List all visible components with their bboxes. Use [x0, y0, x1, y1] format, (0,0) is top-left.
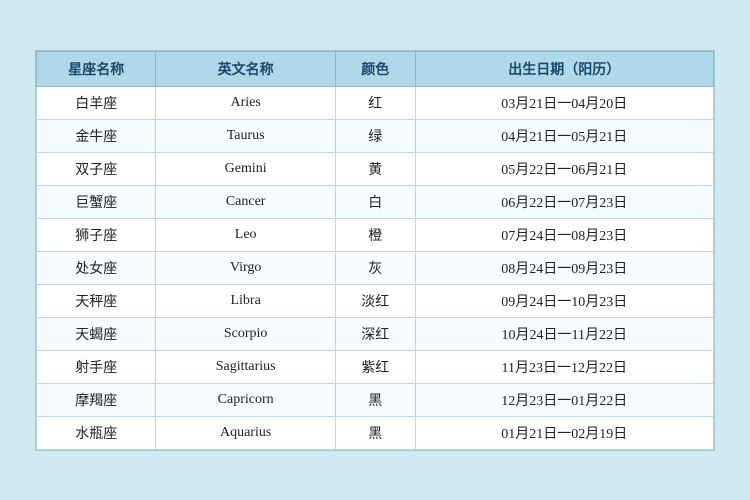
cell-english: Cancer	[156, 185, 335, 218]
table-row: 双子座Gemini黄05月22日一06月21日	[37, 152, 714, 185]
cell-chinese: 巨蟹座	[37, 185, 156, 218]
zodiac-table: 星座名称 英文名称 颜色 出生日期（阳历） 白羊座Aries红03月21日一04…	[36, 51, 714, 450]
table-row: 处女座Virgo灰08月24日一09月23日	[37, 251, 714, 284]
header-chinese: 星座名称	[37, 51, 156, 86]
cell-date: 08月24日一09月23日	[415, 251, 713, 284]
zodiac-table-container: 星座名称 英文名称 颜色 出生日期（阳历） 白羊座Aries红03月21日一04…	[35, 50, 715, 451]
cell-date: 04月21日一05月21日	[415, 119, 713, 152]
cell-chinese: 狮子座	[37, 218, 156, 251]
cell-chinese: 天蝎座	[37, 317, 156, 350]
cell-english: Libra	[156, 284, 335, 317]
cell-date: 07月24日一08月23日	[415, 218, 713, 251]
cell-chinese: 水瓶座	[37, 416, 156, 449]
table-row: 金牛座Taurus绿04月21日一05月21日	[37, 119, 714, 152]
cell-color: 黑	[335, 383, 415, 416]
cell-english: Virgo	[156, 251, 335, 284]
header-date: 出生日期（阳历）	[415, 51, 713, 86]
table-row: 天秤座Libra淡红09月24日一10月23日	[37, 284, 714, 317]
header-color: 颜色	[335, 51, 415, 86]
cell-color: 橙	[335, 218, 415, 251]
cell-chinese: 天秤座	[37, 284, 156, 317]
cell-english: Scorpio	[156, 317, 335, 350]
cell-date: 03月21日一04月20日	[415, 86, 713, 119]
cell-chinese: 处女座	[37, 251, 156, 284]
cell-english: Aries	[156, 86, 335, 119]
cell-color: 白	[335, 185, 415, 218]
cell-english: Gemini	[156, 152, 335, 185]
cell-english: Aquarius	[156, 416, 335, 449]
table-row: 水瓶座Aquarius黑01月21日一02月19日	[37, 416, 714, 449]
table-row: 白羊座Aries红03月21日一04月20日	[37, 86, 714, 119]
cell-date: 10月24日一11月22日	[415, 317, 713, 350]
cell-chinese: 白羊座	[37, 86, 156, 119]
cell-date: 12月23日一01月22日	[415, 383, 713, 416]
cell-color: 紫红	[335, 350, 415, 383]
table-header-row: 星座名称 英文名称 颜色 出生日期（阳历）	[37, 51, 714, 86]
cell-color: 灰	[335, 251, 415, 284]
cell-color: 深红	[335, 317, 415, 350]
cell-date: 01月21日一02月19日	[415, 416, 713, 449]
table-row: 巨蟹座Cancer白06月22日一07月23日	[37, 185, 714, 218]
cell-date: 09月24日一10月23日	[415, 284, 713, 317]
cell-date: 06月22日一07月23日	[415, 185, 713, 218]
cell-color: 黑	[335, 416, 415, 449]
cell-english: Taurus	[156, 119, 335, 152]
table-row: 狮子座Leo橙07月24日一08月23日	[37, 218, 714, 251]
header-english: 英文名称	[156, 51, 335, 86]
cell-color: 黄	[335, 152, 415, 185]
cell-color: 淡红	[335, 284, 415, 317]
cell-date: 11月23日一12月22日	[415, 350, 713, 383]
cell-color: 红	[335, 86, 415, 119]
cell-english: Leo	[156, 218, 335, 251]
table-row: 摩羯座Capricorn黑12月23日一01月22日	[37, 383, 714, 416]
table-row: 射手座Sagittarius紫红11月23日一12月22日	[37, 350, 714, 383]
cell-color: 绿	[335, 119, 415, 152]
cell-chinese: 金牛座	[37, 119, 156, 152]
table-row: 天蝎座Scorpio深红10月24日一11月22日	[37, 317, 714, 350]
cell-english: Sagittarius	[156, 350, 335, 383]
cell-chinese: 射手座	[37, 350, 156, 383]
cell-chinese: 摩羯座	[37, 383, 156, 416]
cell-english: Capricorn	[156, 383, 335, 416]
cell-date: 05月22日一06月21日	[415, 152, 713, 185]
cell-chinese: 双子座	[37, 152, 156, 185]
